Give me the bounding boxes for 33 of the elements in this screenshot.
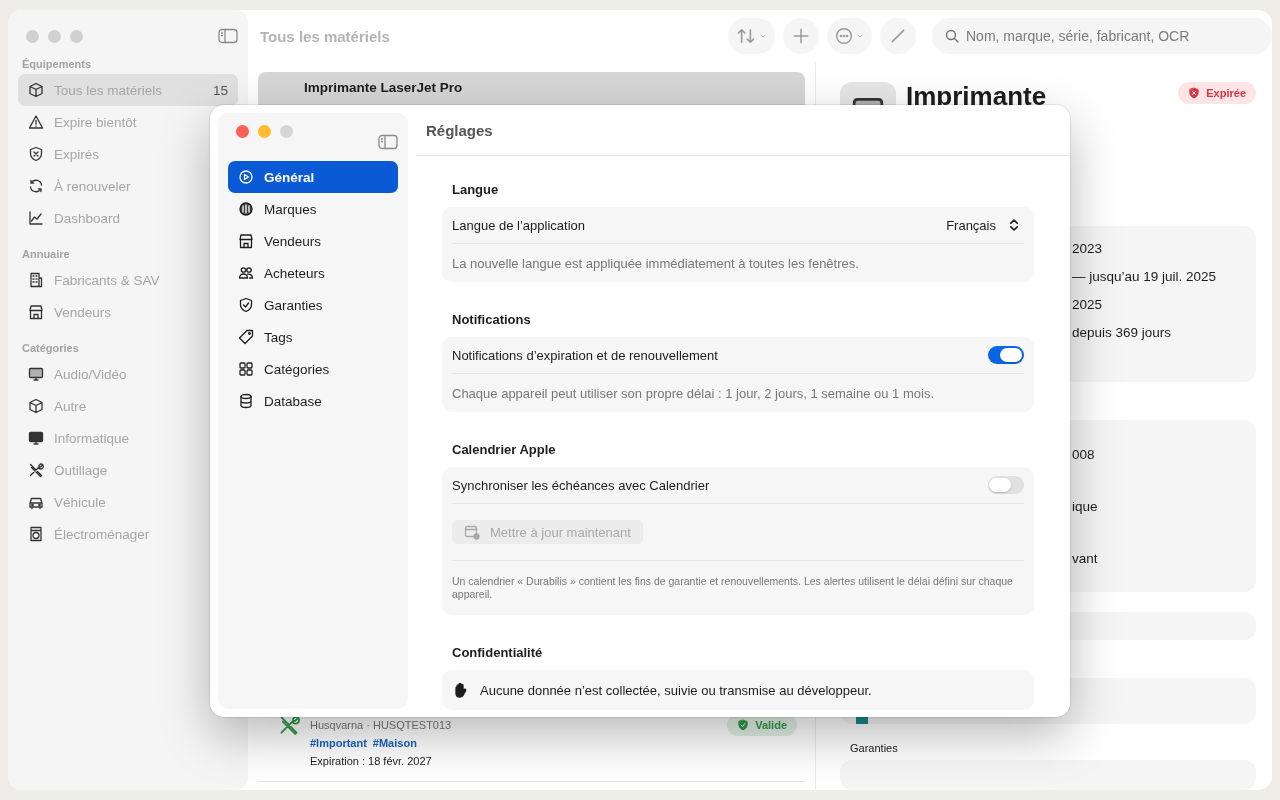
window-title: Réglages — [416, 105, 1070, 156]
setting-note: La nouvelle langue est appliquée immédiatement à toutes les fenêtres. — [452, 255, 859, 271]
setting-note: Chaque appareil peut utiliser son propre délai : 1 jour, 2 jours, 1 semaine ou 1 mois. — [452, 385, 934, 401]
expiration-date: Expiration : 18 févr. 2027 — [310, 755, 433, 767]
info-value: — jusqu’au 19 juil. 2025 — [1072, 268, 1217, 284]
sidebar-item[interactable]: Tous les matériels 15 — [18, 74, 238, 106]
info-value: ique — [1072, 498, 1098, 514]
section-label: Garanties — [850, 741, 899, 754]
setting-note: Un calendrier « Durabilis » contient les fins de garantie et renouvellements. Les alertes utilisent le délai défini sur chaque appareil. — [452, 575, 1014, 601]
tag-link[interactable]: #Maison — [372, 737, 417, 749]
settings-tab[interactable]: Général — [228, 161, 398, 193]
tag-link[interactable]: #Important — [310, 737, 367, 749]
status-badge: Expirée — [1178, 82, 1256, 104]
setting-label: Notifications d’expiration et de renouvellement — [452, 347, 719, 363]
info-value: depuis 369 jours — [1072, 324, 1172, 340]
list-title: Tous les matériels — [260, 27, 391, 45]
section-title: Notifications — [452, 312, 532, 327]
info-value: 008 — [1072, 446, 1095, 462]
section-title: Calendrier Apple — [452, 442, 557, 457]
item-subtitle: Husqvarna · HUSQTEST013 — [310, 719, 453, 731]
language-value[interactable]: Français — [946, 217, 996, 233]
section-title: Confidentialité — [452, 645, 544, 660]
setting-label: Langue de l’application — [452, 217, 586, 233]
section-title: Langue — [452, 182, 500, 197]
info-value: 2025 — [1072, 296, 1103, 312]
info-value: 2023 — [1072, 240, 1103, 256]
setting-label: Synchroniser les échéances avec Calendrier — [452, 477, 711, 493]
privacy-text: Aucune donnée n’est collectée, suivie ou transmise au développeur. — [480, 682, 872, 698]
section-header: Équipements — [21, 57, 93, 72]
section-header: Catégories — [21, 341, 80, 356]
section-header: Annuaire — [21, 247, 71, 262]
info-value: vant — [1072, 550, 1098, 566]
search-field[interactable]: Nom, marque, série, fabricant, OCR — [932, 18, 1272, 54]
